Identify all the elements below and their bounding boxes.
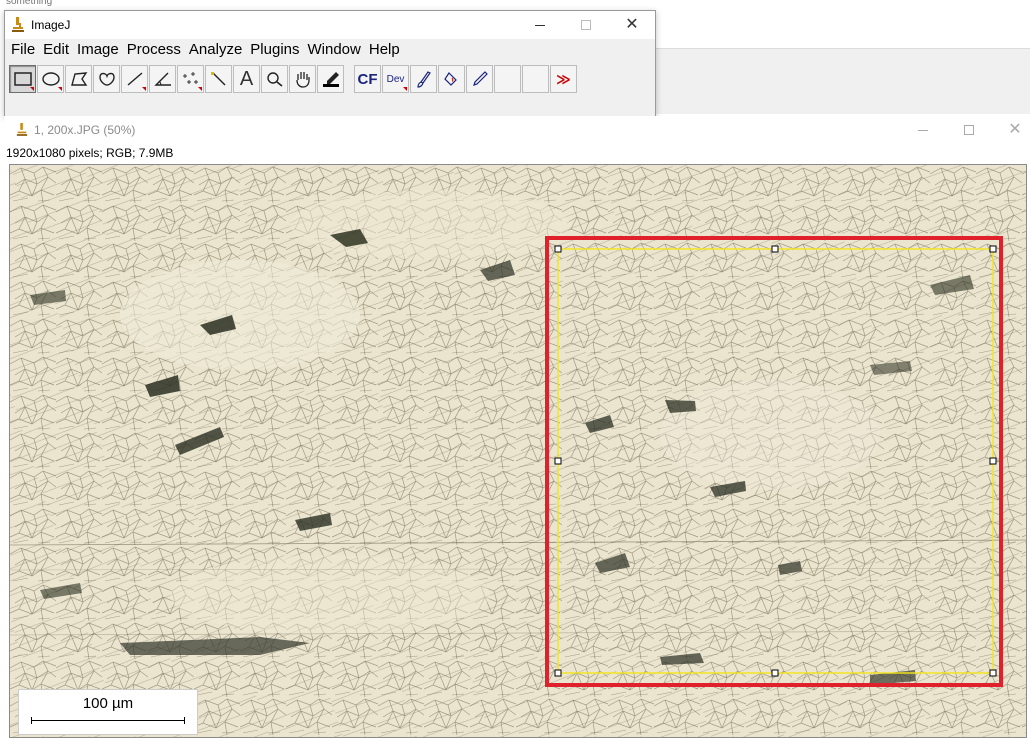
line-icon <box>127 72 142 86</box>
wand-icon <box>210 72 225 86</box>
scale-bar-line <box>31 717 185 724</box>
scale-bar-label: 100 µm <box>82 695 134 712</box>
background-toolbar-area <box>656 48 1030 114</box>
angle-icon <box>153 72 171 86</box>
imagej-main-window: ImageJ ✕ File Edit Image Process Analyze… <box>4 10 656 116</box>
cf-icon: CF <box>357 70 378 88</box>
point-icon <box>182 72 198 84</box>
microscope-icon <box>16 123 28 136</box>
magnifier-tool[interactable] <box>261 65 288 93</box>
hand-tool[interactable] <box>289 65 316 93</box>
maximize-icon <box>581 20 591 30</box>
dev-icon: Dev <box>386 73 405 85</box>
empty-tool-slot-2[interactable] <box>522 65 549 93</box>
maximize-icon <box>964 125 974 135</box>
empty-tool-slot-1[interactable] <box>494 65 521 93</box>
dropper-tool[interactable] <box>317 65 344 93</box>
freehand-tool[interactable] <box>93 65 120 93</box>
pencil-icon <box>472 71 488 86</box>
image-window: 1, 200x.JPG (50%) ✕ 1920x1080 pixels; RG… <box>4 116 1030 738</box>
minimize-icon <box>535 24 545 26</box>
menu-analyze[interactable]: Analyze <box>185 40 246 60</box>
scale-bar: 100 µm <box>18 689 198 735</box>
background-window-text: something <box>6 0 53 7</box>
imagej-titlebar[interactable]: ImageJ ✕ <box>5 11 655 39</box>
magnifier-icon <box>266 72 282 87</box>
flood-fill-icon <box>443 72 457 86</box>
tool-bar: A CF Dev ≫ <box>9 65 578 95</box>
close-button[interactable]: ✕ <box>609 11 655 39</box>
pencil-tool[interactable] <box>466 65 493 93</box>
image-info: 1920x1080 pixels; RGB; 7.9MB <box>6 146 174 160</box>
menu-image[interactable]: Image <box>73 40 123 60</box>
image-canvas[interactable]: 100 µm <box>9 164 1027 738</box>
image-window-title: 1, 200x.JPG (50%) <box>34 123 136 137</box>
image-window-titlebar[interactable]: 1, 200x.JPG (50%) ✕ <box>4 116 1030 144</box>
desktop: something ImageJ ✕ File Edit Image Proce… <box>0 0 1030 738</box>
dev-tool[interactable]: Dev <box>382 65 409 93</box>
freehand-icon <box>98 72 115 86</box>
brush-icon <box>416 71 431 88</box>
dropper-icon <box>322 72 339 87</box>
maximize-button[interactable] <box>563 11 609 39</box>
minimize-button[interactable] <box>517 11 563 39</box>
imagej-window-title: ImageJ <box>31 18 71 32</box>
more-tools-button[interactable]: ≫ <box>550 65 577 93</box>
menu-help[interactable]: Help <box>365 40 404 60</box>
cf-tool[interactable]: CF <box>354 65 381 93</box>
oval-tool[interactable] <box>37 65 64 93</box>
wand-tool[interactable] <box>205 65 232 93</box>
microscope-icon <box>12 17 24 32</box>
close-icon: ✕ <box>625 16 639 33</box>
line-tool[interactable] <box>121 65 148 93</box>
menu-edit[interactable]: Edit <box>39 40 73 60</box>
minimize-icon <box>918 129 928 131</box>
image-maximize-button[interactable] <box>946 116 992 144</box>
menu-process[interactable]: Process <box>123 40 185 60</box>
polygon-icon <box>70 72 87 86</box>
rectangle-tool[interactable] <box>9 65 36 93</box>
text-icon: A <box>239 67 254 90</box>
text-tool[interactable]: A <box>233 65 260 93</box>
background-window-strip: something <box>0 0 1030 10</box>
polygon-tool[interactable] <box>65 65 92 93</box>
point-tool[interactable] <box>177 65 204 93</box>
micrograph-image <box>10 165 1026 737</box>
oval-icon <box>41 72 60 86</box>
hand-icon <box>295 72 310 88</box>
flood-fill-tool[interactable] <box>438 65 465 93</box>
brush-tool[interactable] <box>410 65 437 93</box>
menu-bar: File Edit Image Process Analyze Plugins … <box>5 40 404 60</box>
menu-plugins[interactable]: Plugins <box>246 40 303 60</box>
menu-file[interactable]: File <box>5 40 39 60</box>
tool-spacer <box>345 65 353 93</box>
angle-tool[interactable] <box>149 65 176 93</box>
close-icon: ✕ <box>1008 121 1022 138</box>
image-minimize-button[interactable] <box>900 116 946 144</box>
menu-window[interactable]: Window <box>304 40 365 60</box>
more-tools-icon: ≫ <box>556 70 571 87</box>
status-bar <box>5 99 655 116</box>
rectangle-icon <box>13 72 32 86</box>
image-close-button[interactable]: ✕ <box>992 116 1030 144</box>
